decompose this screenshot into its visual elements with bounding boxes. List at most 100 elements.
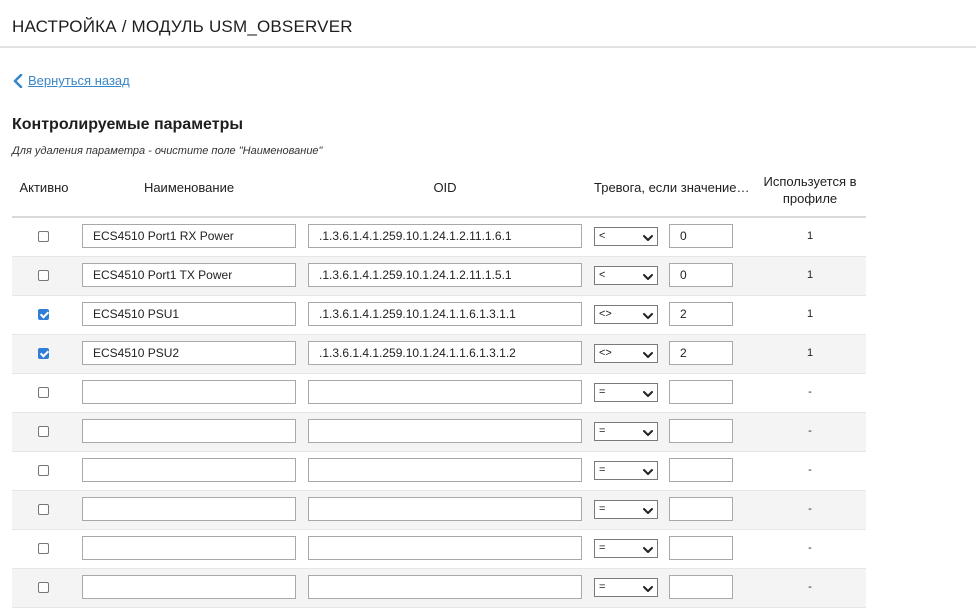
alarm-operator-value: = <box>599 503 606 515</box>
chevron-down-icon <box>643 270 653 287</box>
chevron-down-icon <box>643 309 653 326</box>
table-row: = - <box>12 569 866 608</box>
active-checkbox[interactable] <box>38 504 49 515</box>
alarm-value-input[interactable]: 2 <box>669 302 733 326</box>
chevron-left-icon <box>13 73 23 88</box>
used-in-profile-count: - <box>808 425 812 437</box>
alarm-value-input[interactable]: 0 <box>669 224 733 248</box>
used-in-profile-count: - <box>808 464 812 476</box>
active-checkbox[interactable] <box>38 348 49 359</box>
section-heading: Контролируемые параметры <box>12 116 243 133</box>
alarm-operator-value: < <box>599 230 606 242</box>
alarm-operator-select[interactable]: < <box>594 227 658 246</box>
table-row: ECS4510 PSU2 .1.3.6.1.4.1.259.10.1.24.1.1… <box>12 335 866 374</box>
column-header-name: Наименование <box>143 180 235 195</box>
oid-input[interactable] <box>308 419 582 443</box>
oid-input[interactable] <box>308 458 582 482</box>
back-link[interactable]: Вернуться назад <box>13 73 130 88</box>
alarm-operator-value: = <box>599 464 606 476</box>
chevron-down-icon <box>643 348 653 365</box>
parameters-table: Активно Наименование OID Тревога, если з… <box>12 168 866 608</box>
used-in-profile-count: 1 <box>806 308 814 320</box>
name-input[interactable]: ECS4510 Port1 TX Power <box>82 263 296 287</box>
alarm-operator-value: = <box>599 386 606 398</box>
alarm-operator-select[interactable]: = <box>594 578 658 597</box>
active-checkbox[interactable] <box>38 465 49 476</box>
alarm-operator-select[interactable]: = <box>594 422 658 441</box>
alarm-operator-value: = <box>599 425 606 437</box>
oid-input[interactable] <box>308 575 582 599</box>
alarm-operator-select[interactable]: = <box>594 539 658 558</box>
chevron-down-icon <box>643 231 653 248</box>
active-checkbox[interactable] <box>38 309 49 320</box>
alarm-operator-value: <> <box>599 347 612 359</box>
table-row: = - <box>12 530 866 569</box>
alarm-value-input[interactable] <box>669 497 733 521</box>
table-header: Активно Наименование OID Тревога, если з… <box>12 168 866 218</box>
alarm-operator-select[interactable]: <> <box>594 344 658 363</box>
name-input[interactable] <box>82 458 296 482</box>
column-header-oid: OID <box>433 180 457 195</box>
name-input[interactable] <box>82 575 296 599</box>
alarm-operator-select[interactable]: = <box>594 500 658 519</box>
oid-input[interactable] <box>308 497 582 521</box>
used-in-profile-count: 1 <box>806 230 814 242</box>
table-row: = - <box>12 491 866 530</box>
alarm-value-input[interactable]: 0 <box>669 263 733 287</box>
title-divider <box>0 46 976 48</box>
active-checkbox[interactable] <box>38 426 49 437</box>
active-checkbox[interactable] <box>38 582 49 593</box>
used-in-profile-count: - <box>808 503 812 515</box>
alarm-operator-select[interactable]: < <box>594 266 658 285</box>
alarm-value-input[interactable] <box>669 536 733 560</box>
oid-input[interactable]: .1.3.6.1.4.1.259.10.1.24.1.2.11.1.5.1 <box>308 263 582 287</box>
page-title: НАСТРОЙКА / МОДУЛЬ USM_OBSERVER <box>12 17 353 36</box>
name-input[interactable] <box>82 380 296 404</box>
alarm-value-input[interactable]: 2 <box>669 341 733 365</box>
alarm-value-input[interactable] <box>669 419 733 443</box>
active-checkbox[interactable] <box>38 387 49 398</box>
alarm-operator-select[interactable]: <> <box>594 305 658 324</box>
alarm-value-input[interactable] <box>669 575 733 599</box>
chevron-down-icon <box>643 543 653 560</box>
name-input[interactable]: ECS4510 PSU2 <box>82 341 296 365</box>
table-body: ECS4510 Port1 RX Power .1.3.6.1.4.1.259.1… <box>12 218 866 608</box>
table-row: = - <box>12 413 866 452</box>
oid-input[interactable] <box>308 380 582 404</box>
chevron-down-icon <box>643 504 653 521</box>
column-header-alarm: Тревога, если значение… <box>594 180 750 195</box>
chevron-down-icon <box>643 465 653 482</box>
name-input[interactable] <box>82 419 296 443</box>
name-input[interactable]: ECS4510 PSU1 <box>82 302 296 326</box>
active-checkbox[interactable] <box>38 543 49 554</box>
chevron-down-icon <box>643 426 653 443</box>
alarm-operator-value: = <box>599 581 606 593</box>
column-header-active: Активно <box>19 180 69 195</box>
oid-input[interactable]: .1.3.6.1.4.1.259.10.1.24.1.1.6.1.3.1.2 <box>308 341 582 365</box>
oid-input[interactable]: .1.3.6.1.4.1.259.10.1.24.1.1.6.1.3.1.1 <box>308 302 582 326</box>
active-checkbox[interactable] <box>38 270 49 281</box>
table-row: ECS4510 PSU1 .1.3.6.1.4.1.259.10.1.24.1.1… <box>12 296 866 335</box>
name-input[interactable]: ECS4510 Port1 RX Power <box>82 224 296 248</box>
table-row: = - <box>12 374 866 413</box>
name-input[interactable] <box>82 497 296 521</box>
table-row: ECS4510 Port1 RX Power .1.3.6.1.4.1.259.1… <box>12 218 866 257</box>
oid-input[interactable] <box>308 536 582 560</box>
column-header-used: Используется в профиле <box>763 174 857 206</box>
used-in-profile-count: 1 <box>806 269 814 281</box>
alarm-operator-select[interactable]: = <box>594 461 658 480</box>
used-in-profile-count: - <box>808 542 812 554</box>
section-hint: Для удаления параметра - очистите поле "… <box>12 145 323 157</box>
alarm-value-input[interactable] <box>669 458 733 482</box>
used-in-profile-count: - <box>808 386 812 398</box>
oid-input[interactable]: .1.3.6.1.4.1.259.10.1.24.1.2.11.1.6.1 <box>308 224 582 248</box>
alarm-operator-value: <> <box>599 308 612 320</box>
alarm-value-input[interactable] <box>669 380 733 404</box>
back-link-label[interactable]: Вернуться назад <box>28 73 130 88</box>
table-row: = - <box>12 452 866 491</box>
name-input[interactable] <box>82 536 296 560</box>
alarm-operator-select[interactable]: = <box>594 383 658 402</box>
active-checkbox[interactable] <box>38 231 49 242</box>
used-in-profile-count: 1 <box>806 347 814 359</box>
table-row: ECS4510 Port1 TX Power .1.3.6.1.4.1.259.1… <box>12 257 866 296</box>
